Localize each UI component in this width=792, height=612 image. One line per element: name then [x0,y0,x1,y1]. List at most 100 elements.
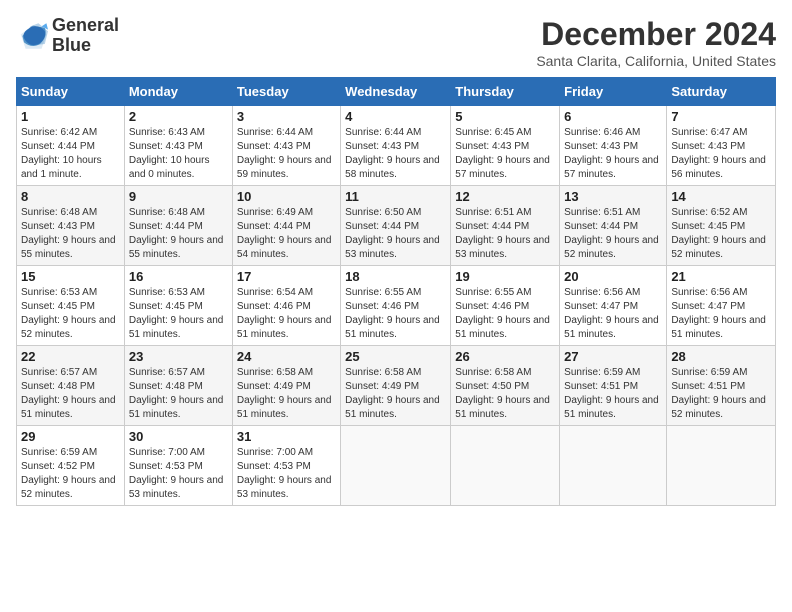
calendar-cell: 2 Sunrise: 6:43 AMSunset: 4:43 PMDaylight… [124,106,232,186]
cell-info: Sunrise: 6:51 AMSunset: 4:44 PMDaylight:… [564,206,662,262]
calendar-cell: 16 Sunrise: 6:53 AMSunset: 4:45 PMDayligh… [124,266,232,346]
day-number: 5 [455,109,555,124]
calendar-cell: 31 Sunrise: 7:00 AMSunset: 4:53 PMDayligh… [232,426,340,506]
cell-info: Sunrise: 6:48 AMSunset: 4:43 PMDaylight:… [21,206,120,262]
cell-info: Sunrise: 6:57 AMSunset: 4:48 PMDaylight:… [21,366,120,422]
cell-info: Sunrise: 6:58 AMSunset: 4:49 PMDaylight:… [237,366,336,422]
cell-info: Sunrise: 6:55 AMSunset: 4:46 PMDaylight:… [345,286,446,342]
calendar-cell: 8 Sunrise: 6:48 AMSunset: 4:43 PMDaylight… [17,186,125,266]
calendar-cell: 13 Sunrise: 6:51 AMSunset: 4:44 PMDayligh… [560,186,667,266]
day-number: 11 [345,189,446,204]
day-number: 29 [21,429,120,444]
day-number: 13 [564,189,662,204]
week-row-5: 29 Sunrise: 6:59 AMSunset: 4:52 PMDayligh… [17,426,776,506]
day-number: 16 [129,269,228,284]
day-number: 7 [671,109,771,124]
cell-info: Sunrise: 7:00 AMSunset: 4:53 PMDaylight:… [237,446,336,502]
calendar-cell: 4 Sunrise: 6:44 AMSunset: 4:43 PMDaylight… [341,106,451,186]
day-number: 14 [671,189,771,204]
cell-info: Sunrise: 7:00 AMSunset: 4:53 PMDaylight:… [129,446,228,502]
cell-info: Sunrise: 6:45 AMSunset: 4:43 PMDaylight:… [455,126,555,182]
calendar-cell [341,426,451,506]
calendar-cell: 25 Sunrise: 6:58 AMSunset: 4:49 PMDayligh… [341,346,451,426]
week-row-1: 1 Sunrise: 6:42 AMSunset: 4:44 PMDaylight… [17,106,776,186]
header-friday: Friday [560,78,667,106]
day-number: 10 [237,189,336,204]
day-number: 18 [345,269,446,284]
calendar-cell: 14 Sunrise: 6:52 AMSunset: 4:45 PMDayligh… [667,186,776,266]
cell-info: Sunrise: 6:58 AMSunset: 4:49 PMDaylight:… [345,366,446,422]
cell-info: Sunrise: 6:57 AMSunset: 4:48 PMDaylight:… [129,366,228,422]
calendar-cell: 7Sunrise: 6:47 AMSunset: 4:43 PMDaylight… [667,106,776,186]
logo-text: General Blue [52,16,119,56]
header-wednesday: Wednesday [341,78,451,106]
calendar-cell: 29 Sunrise: 6:59 AMSunset: 4:52 PMDayligh… [17,426,125,506]
calendar-cell: 5 Sunrise: 6:45 AMSunset: 4:43 PMDaylight… [451,106,560,186]
cell-info: Sunrise: 6:55 AMSunset: 4:46 PMDaylight:… [455,286,555,342]
calendar-cell: 17 Sunrise: 6:54 AMSunset: 4:46 PMDayligh… [232,266,340,346]
calendar-cell: 3Sunrise: 6:44 AMSunset: 4:43 PMDaylight… [232,106,340,186]
day-number: 25 [345,349,446,364]
cell-info: Sunrise: 6:44 AMSunset: 4:43 PMDaylight:… [345,126,446,182]
week-row-2: 8 Sunrise: 6:48 AMSunset: 4:43 PMDaylight… [17,186,776,266]
calendar-cell: 1 Sunrise: 6:42 AMSunset: 4:44 PMDaylight… [17,106,125,186]
title-block: December 2024 Santa Clarita, California,… [536,16,776,69]
cell-info: Sunrise: 6:53 AMSunset: 4:45 PMDaylight:… [129,286,228,342]
cell-info: Sunrise: 6:56 AMSunset: 4:47 PMDaylight:… [564,286,662,342]
day-number: 31 [237,429,336,444]
cell-info: Sunrise: 6:42 AMSunset: 4:44 PMDaylight:… [21,126,120,182]
day-number: 6 [564,109,662,124]
calendar-cell: 26 Sunrise: 6:58 AMSunset: 4:50 PMDayligh… [451,346,560,426]
day-number: 28 [671,349,771,364]
calendar-cell: 23 Sunrise: 6:57 AMSunset: 4:48 PMDayligh… [124,346,232,426]
header-tuesday: Tuesday [232,78,340,106]
header-saturday: Saturday [667,78,776,106]
day-number: 8 [21,189,120,204]
day-number: 22 [21,349,120,364]
week-row-3: 15Sunrise: 6:53 AMSunset: 4:45 PMDayligh… [17,266,776,346]
day-number: 2 [129,109,228,124]
day-number: 3 [237,109,336,124]
day-number: 1 [21,109,120,124]
month-title: December 2024 [536,16,776,53]
day-number: 17 [237,269,336,284]
day-number: 24 [237,349,336,364]
cell-info: Sunrise: 6:52 AMSunset: 4:45 PMDaylight:… [671,206,771,262]
calendar-cell: 24 Sunrise: 6:58 AMSunset: 4:49 PMDayligh… [232,346,340,426]
calendar-cell: 6 Sunrise: 6:46 AMSunset: 4:43 PMDaylight… [560,106,667,186]
day-number: 30 [129,429,228,444]
page-header: General Blue December 2024 Santa Clarita… [16,16,776,69]
calendar-cell: 28Sunrise: 6:59 AMSunset: 4:51 PMDayligh… [667,346,776,426]
header-thursday: Thursday [451,78,560,106]
calendar-cell: 11Sunrise: 6:50 AMSunset: 4:44 PMDayligh… [341,186,451,266]
cell-info: Sunrise: 6:51 AMSunset: 4:44 PMDaylight:… [455,206,555,262]
day-number: 23 [129,349,228,364]
header-monday: Monday [124,78,232,106]
calendar-cell: 10 Sunrise: 6:49 AMSunset: 4:44 PMDayligh… [232,186,340,266]
header-sunday: Sunday [17,78,125,106]
day-number: 4 [345,109,446,124]
day-number: 20 [564,269,662,284]
week-row-4: 22 Sunrise: 6:57 AMSunset: 4:48 PMDayligh… [17,346,776,426]
day-number: 19 [455,269,555,284]
logo-icon [16,20,48,52]
cell-info: Sunrise: 6:58 AMSunset: 4:50 PMDaylight:… [455,366,555,422]
calendar-cell [667,426,776,506]
cell-info: Sunrise: 6:59 AMSunset: 4:52 PMDaylight:… [21,446,120,502]
calendar-cell: 21Sunrise: 6:56 AMSunset: 4:47 PMDayligh… [667,266,776,346]
cell-info: Sunrise: 6:54 AMSunset: 4:46 PMDaylight:… [237,286,336,342]
calendar-cell: 30 Sunrise: 7:00 AMSunset: 4:53 PMDayligh… [124,426,232,506]
cell-info: Sunrise: 6:46 AMSunset: 4:43 PMDaylight:… [564,126,662,182]
cell-info: Sunrise: 6:49 AMSunset: 4:44 PMDaylight:… [237,206,336,262]
logo: General Blue [16,16,119,56]
cell-info: Sunrise: 6:56 AMSunset: 4:47 PMDaylight:… [671,286,771,342]
calendar-cell: 18 Sunrise: 6:55 AMSunset: 4:46 PMDayligh… [341,266,451,346]
location: Santa Clarita, California, United States [536,53,776,69]
day-number: 12 [455,189,555,204]
calendar-cell: 22 Sunrise: 6:57 AMSunset: 4:48 PMDayligh… [17,346,125,426]
cell-info: Sunrise: 6:59 AMSunset: 4:51 PMDaylight:… [564,366,662,422]
cell-info: Sunrise: 6:43 AMSunset: 4:43 PMDaylight:… [129,126,228,182]
calendar-cell: 9Sunrise: 6:48 AMSunset: 4:44 PMDaylight… [124,186,232,266]
day-number: 26 [455,349,555,364]
cell-info: Sunrise: 6:48 AMSunset: 4:44 PMDaylight:… [129,206,228,262]
